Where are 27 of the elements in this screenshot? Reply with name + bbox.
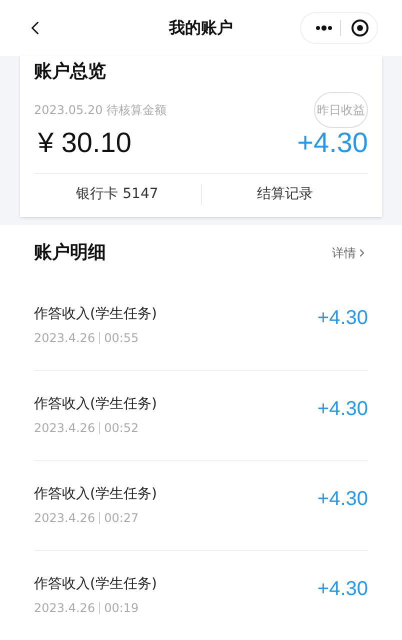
transaction-title: 作答收入(学生任务) xyxy=(34,575,157,594)
account-link[interactable]: 结算记录 xyxy=(256,184,313,205)
details-link[interactable]: 详情 xyxy=(332,244,368,262)
transaction-title: 作答收入(学生任务) xyxy=(34,485,157,504)
more-icon[interactable] xyxy=(315,25,333,31)
pending-label: 2023.05.20 待核算金额 xyxy=(34,102,167,119)
transaction-date: 2023.4.26 xyxy=(34,420,96,437)
transaction-time: 00:27 xyxy=(104,510,139,527)
transaction-title: 作答收入(学生任务) xyxy=(34,395,157,414)
transaction-amount: +4.30 xyxy=(317,576,368,602)
account-link[interactable]: 银行卡 5147 xyxy=(76,184,158,205)
transaction-date: 2023.4.26 xyxy=(34,510,96,527)
transaction-amount: +4.30 xyxy=(317,306,368,331)
transaction-date: 2023.4.26 xyxy=(34,330,96,346)
transaction-time: 00:19 xyxy=(104,600,139,617)
transaction-amount: +4.30 xyxy=(317,486,368,512)
section-title: 账户明细 xyxy=(34,241,106,265)
pending-amount: ¥ 30.10 xyxy=(38,127,132,159)
transaction-amount: +4.30 xyxy=(317,396,368,422)
transaction-title: 作答收入(学生任务) xyxy=(34,304,157,324)
transaction-time: 00:55 xyxy=(104,330,139,346)
page-title: 我的账户 xyxy=(169,17,233,39)
section-title: 账户总览 xyxy=(34,60,107,84)
yesterday-amount: +4.30 xyxy=(297,127,368,159)
transaction-time: 00:52 xyxy=(104,420,139,437)
yesterday-label: 昨日收益 xyxy=(314,92,368,128)
transaction-date: 2023.4.26 xyxy=(34,600,96,617)
